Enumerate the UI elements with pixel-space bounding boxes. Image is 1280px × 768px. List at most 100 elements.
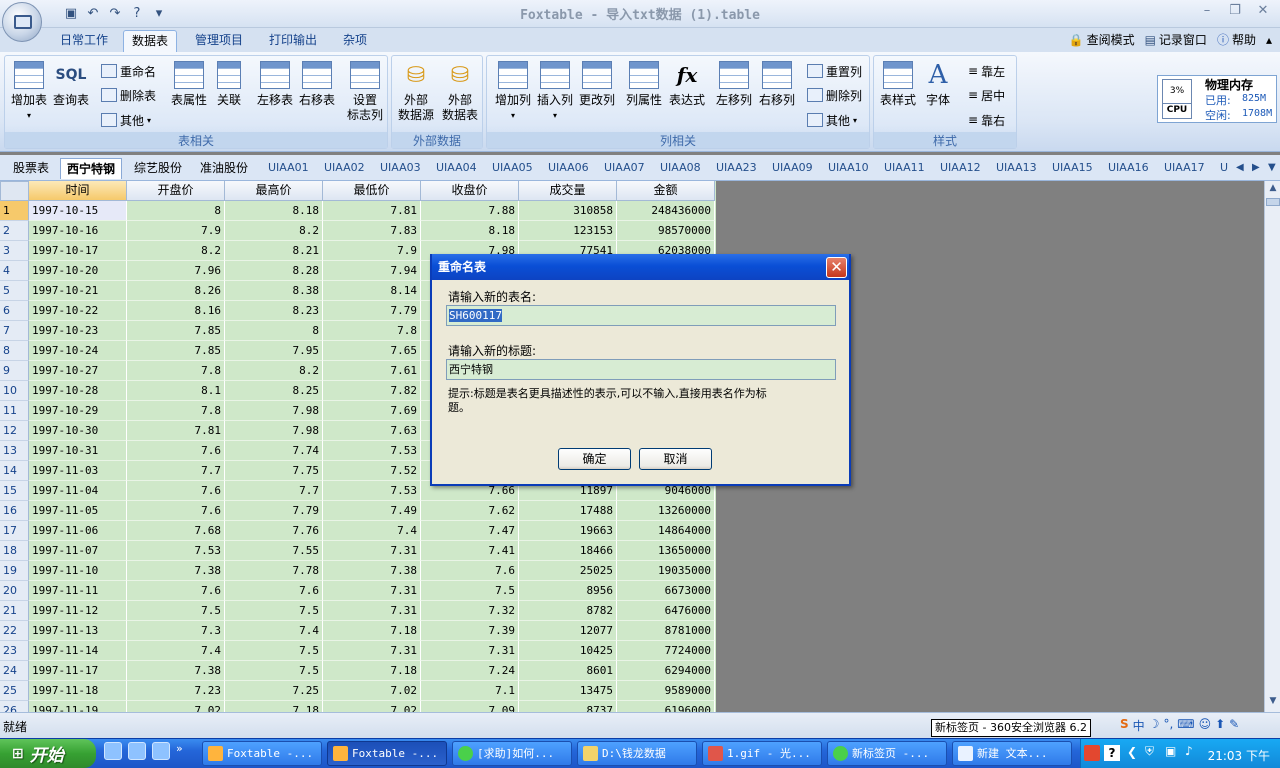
sheet-tab[interactable]: UIAA23 [716, 158, 757, 179]
moon-icon[interactable]: ☽ [1149, 717, 1160, 734]
rename-table-button[interactable]: 重命名 [101, 60, 156, 82]
row-number[interactable]: 24 [0, 661, 29, 681]
relation-button[interactable]: 关联 [207, 59, 251, 108]
row-number[interactable]: 6 [0, 301, 29, 321]
cell-close[interactable]: 8.18 [421, 221, 519, 241]
ok-button[interactable]: 确定 [558, 448, 631, 470]
row-number[interactable]: 12 [0, 421, 29, 441]
cell-volume[interactable]: 17488 [519, 501, 617, 521]
cell-time[interactable]: 1997-10-16 [29, 221, 127, 241]
row-number[interactable]: 15 [0, 481, 29, 501]
table-row[interactable]: 25 1997-11-18 7.23 7.25 7.02 7.1 13475 9589000 [0, 681, 716, 701]
cell-open[interactable]: 7.3 [127, 621, 225, 641]
cell-close[interactable]: 7.41 [421, 541, 519, 561]
cell-amount[interactable]: 6673000 [617, 581, 715, 601]
cell-amount[interactable]: 98570000 [617, 221, 715, 241]
cell-low[interactable]: 7.52 [323, 461, 421, 481]
sogou-s-icon[interactable]: S [1120, 717, 1129, 734]
sheet-tab[interactable]: UIAA03 [380, 158, 421, 179]
cell-volume[interactable]: 123153 [519, 221, 617, 241]
cell-low[interactable]: 7.53 [323, 441, 421, 461]
cell-volume[interactable]: 25025 [519, 561, 617, 581]
cell-low[interactable]: 7.18 [323, 661, 421, 681]
cell-high[interactable]: 8.23 [225, 301, 323, 321]
cell-low[interactable]: 7.63 [323, 421, 421, 441]
tab-data-table[interactable]: 数据表 [123, 30, 178, 52]
cell-time[interactable]: 1997-10-31 [29, 441, 127, 461]
volume-icon[interactable]: ♪ [1185, 744, 1193, 758]
column-properties-button[interactable]: 列属性 [622, 59, 666, 108]
table-row[interactable]: 18 1997-11-07 7.53 7.55 7.31 7.41 18466 1365000… [0, 541, 716, 561]
cell-open[interactable]: 7.8 [127, 361, 225, 381]
modify-column-button[interactable]: 更改列 [575, 59, 619, 108]
row-number[interactable]: 7 [0, 321, 29, 341]
cell-open[interactable]: 7.5 [127, 601, 225, 621]
cell-volume[interactable]: 18466 [519, 541, 617, 561]
cell-time[interactable]: 1997-10-28 [29, 381, 127, 401]
cell-open[interactable]: 7.7 [127, 461, 225, 481]
tab-scroll-left-icon[interactable]: ◀ [1236, 158, 1244, 179]
cell-time[interactable]: 1997-10-30 [29, 421, 127, 441]
delete-table-button[interactable]: 删除表 [101, 84, 156, 106]
external-datasource-button[interactable]: ⛁ 外部 数据源 [394, 59, 438, 123]
cell-time[interactable]: 1997-11-04 [29, 481, 127, 501]
add-table-button[interactable]: 增加表 ▾ [7, 59, 51, 123]
dialog-close-icon[interactable]: ✕ [826, 257, 847, 278]
cell-low[interactable]: 7.4 [323, 521, 421, 541]
user-icon[interactable]: ☺ [1199, 717, 1212, 734]
cell-amount[interactable]: 19035000 [617, 561, 715, 581]
cell-high[interactable]: 8.2 [225, 221, 323, 241]
row-number[interactable]: 25 [0, 681, 29, 701]
sheet-tab[interactable]: UIAA08 [660, 158, 701, 179]
cell-high[interactable]: 7.55 [225, 541, 323, 561]
row-number[interactable]: 16 [0, 501, 29, 521]
row-number[interactable]: 20 [0, 581, 29, 601]
sheet-tab[interactable]: UIAA13 [996, 158, 1037, 179]
cell-amount[interactable]: 6476000 [617, 601, 715, 621]
table-row[interactable]: 21 1997-11-12 7.5 7.5 7.31 7.32 8782 6476000 [0, 601, 716, 621]
cell-time[interactable]: 1997-10-15 [29, 201, 127, 221]
cell-time[interactable]: 1997-11-13 [29, 621, 127, 641]
cell-volume[interactable]: 19663 [519, 521, 617, 541]
column-header-time[interactable]: 时间 [29, 181, 127, 201]
cell-time[interactable]: 1997-11-11 [29, 581, 127, 601]
tab-misc[interactable]: 杂项 [335, 30, 375, 52]
sheet-tab[interactable]: 准油股份 [200, 158, 248, 179]
start-button[interactable]: ⊞ 开始 [0, 739, 96, 768]
cell-volume[interactable]: 8956 [519, 581, 617, 601]
table-row[interactable]: 17 1997-11-06 7.68 7.76 7.4 7.47 19663 14864000 [0, 521, 716, 541]
cell-high[interactable]: 8 [225, 321, 323, 341]
row-number[interactable]: 19 [0, 561, 29, 581]
taskbar-item[interactable]: 新建 文本... [952, 741, 1072, 766]
cell-high[interactable]: 8.28 [225, 261, 323, 281]
row-number[interactable]: 14 [0, 461, 29, 481]
cell-open[interactable]: 8.26 [127, 281, 225, 301]
cell-close[interactable]: 7.47 [421, 521, 519, 541]
shield-icon[interactable]: ⛨ [1145, 744, 1154, 759]
move-table-right-button[interactable]: 右移表 [295, 59, 339, 108]
cell-time[interactable]: 1997-10-29 [29, 401, 127, 421]
cell-open[interactable]: 7.85 [127, 321, 225, 341]
help-link[interactable]: ⓘ 帮助 [1217, 31, 1256, 48]
table-row[interactable]: 19 1997-11-10 7.38 7.78 7.38 7.6 25025 19035000 [0, 561, 716, 581]
cell-amount[interactable]: 7724000 [617, 641, 715, 661]
cell-low[interactable]: 7.02 [323, 701, 421, 712]
cell-high[interactable]: 7.7 [225, 481, 323, 501]
cell-open[interactable]: 7.38 [127, 661, 225, 681]
cell-close[interactable]: 7.39 [421, 621, 519, 641]
sheet-tab[interactable]: UIAA04 [436, 158, 477, 179]
cell-volume[interactable]: 8782 [519, 601, 617, 621]
row-number[interactable]: 8 [0, 341, 29, 361]
cell-low[interactable]: 7.94 [323, 261, 421, 281]
cell-high[interactable]: 7.18 [225, 701, 323, 712]
scroll-up-icon[interactable]: ▲ [1266, 183, 1280, 197]
tab-list-icon[interactable]: ▼ [1268, 158, 1276, 179]
cell-low[interactable]: 7.31 [323, 641, 421, 661]
tab-daily-work[interactable]: 日常工作 [52, 30, 116, 52]
cell-amount[interactable]: 14864000 [617, 521, 715, 541]
table-other-button[interactable]: 其他 ▾ [101, 109, 151, 131]
table-row[interactable]: 2 1997-10-16 7.9 8.2 7.83 8.18 123153 98570000 [0, 221, 716, 241]
tray-arrow-icon[interactable]: ❮ [1127, 745, 1137, 759]
scroll-down-icon[interactable]: ▼ [1266, 696, 1280, 710]
sheet-tab-active[interactable]: 西宁特钢 [60, 158, 123, 179]
